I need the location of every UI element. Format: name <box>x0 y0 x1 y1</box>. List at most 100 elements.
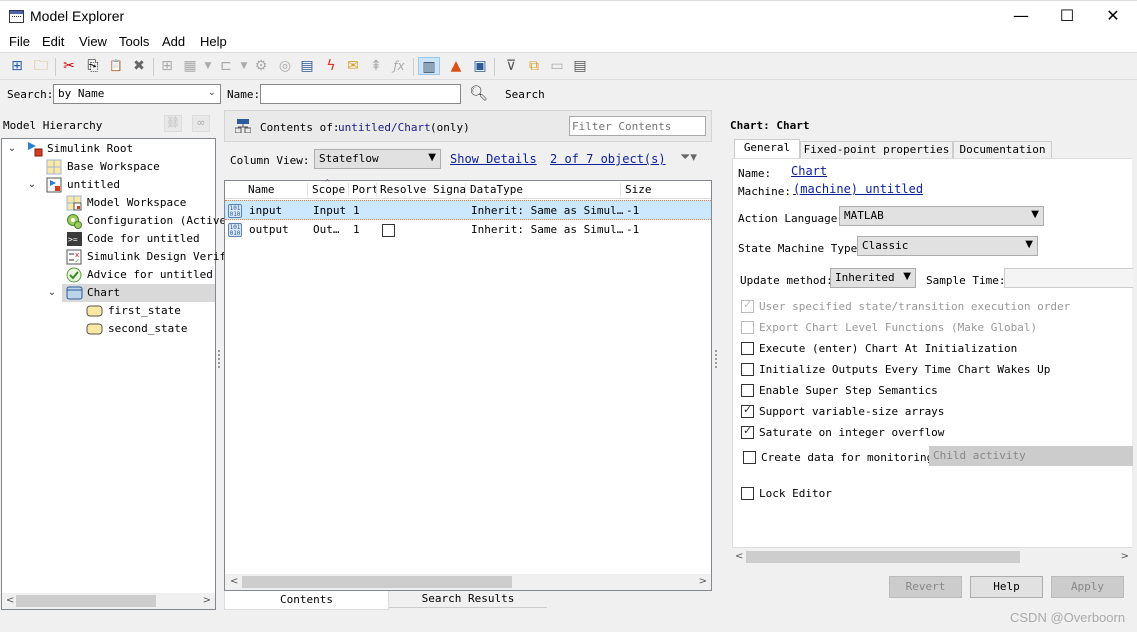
scroll-right-icon[interactable]: > <box>1121 549 1129 565</box>
checkbox[interactable]: ✓ <box>741 403 754 418</box>
data-dropdown-icon[interactable]: ▦ <box>181 57 199 75</box>
hierarchy-horizontal-scrollbar[interactable]: < > <box>2 593 215 609</box>
checkbox[interactable] <box>743 451 756 464</box>
paste-icon[interactable]: 📋 <box>107 57 125 75</box>
column-view-dropdown[interactable]: Stateflow ▼ <box>314 149 441 169</box>
column-header-resolve-signal[interactable]: Resolve Signal <box>377 183 466 197</box>
table-row[interactable]: 101 010 input Input 1 Inherit: Same as Si… <box>225 200 711 220</box>
tab-search-results[interactable]: Search Results <box>389 591 547 608</box>
delete-icon[interactable]: ✖ <box>130 57 148 75</box>
open-folder-icon[interactable]: 🗀 <box>32 57 50 75</box>
bus-dropdown-icon[interactable]: ⊏ <box>217 57 235 75</box>
filter-icon[interactable]: ⏷▾ <box>680 150 697 165</box>
config-icon[interactable]: ⚙ <box>252 57 270 75</box>
column-header-size[interactable]: Size <box>622 183 711 197</box>
copy-icon[interactable]: ⎘ <box>84 57 102 75</box>
add-event-icon[interactable]: ϟ <box>322 57 340 75</box>
scrollbar-thumb[interactable] <box>746 551 1020 563</box>
tree-item-simulink-root[interactable]: ⌄ Simulink Root <box>2 140 215 158</box>
tree-item-second-state[interactable]: second_state <box>2 320 215 338</box>
chevron-down-icon[interactable]: ▼ <box>199 57 217 75</box>
checkbox[interactable] <box>741 342 754 355</box>
help-button[interactable]: Help <box>970 576 1043 598</box>
state-machine-type-dropdown[interactable]: Classic ▼ <box>857 236 1038 256</box>
column-header-name[interactable]: Name <box>245 183 308 197</box>
tree-item-advice[interactable]: Advice for untitled <box>2 266 215 284</box>
matlab-icon[interactable]: ▲ <box>447 57 465 75</box>
column-view-icon[interactable]: ▥ <box>418 57 440 75</box>
table-row[interactable]: 101 010 output Out… 1 Inherit: Same as Si… <box>225 220 711 240</box>
name-search-input[interactable] <box>260 84 461 104</box>
filter-contents-input[interactable] <box>569 116 706 136</box>
tree-item-design-verifier[interactable]: x ✓ Simulink Design Verifier <box>2 248 246 266</box>
menu-file[interactable]: File <box>9 34 30 49</box>
tree-item-first-state[interactable]: first_state <box>2 302 215 320</box>
tab-contents[interactable]: Contents <box>224 591 389 610</box>
monitoring-type-dropdown[interactable]: Child activity <box>929 446 1133 466</box>
add-message-icon[interactable]: ✉ <box>344 57 362 75</box>
chevron-down-icon[interactable]: ⌄ <box>46 284 58 302</box>
tab-general[interactable]: General <box>734 139 800 159</box>
sample-time-input[interactable] <box>1004 268 1133 288</box>
cut-icon[interactable]: ✂ <box>60 57 78 75</box>
right-splitter-handle[interactable] <box>715 350 718 368</box>
add-function-icon[interactable]: ⇞ <box>367 57 385 75</box>
action-language-dropdown[interactable]: MATLAB ▼ <box>839 206 1044 226</box>
tab-fixed-point-properties[interactable]: Fixed-point properties <box>800 141 953 159</box>
search-button[interactable]: Search <box>505 88 545 101</box>
checkbox[interactable] <box>741 384 754 397</box>
object-count-link[interactable]: 2 of 7 object(s) <box>550 152 666 166</box>
checkbox[interactable]: ✓ <box>741 424 754 439</box>
apply-button[interactable]: Apply <box>1051 576 1124 598</box>
tree-item-chart[interactable]: Chart <box>62 284 215 302</box>
menu-help[interactable]: Help <box>200 34 227 49</box>
maximize-button[interactable]: ☐ <box>1044 1 1090 33</box>
menu-add[interactable]: Add <box>162 34 185 49</box>
filter-icon[interactable]: ⊽ <box>502 57 520 75</box>
view-icon[interactable]: ▭ <box>548 57 566 75</box>
menu-edit[interactable]: Edit <box>42 34 64 49</box>
machine-link[interactable]: (machine) untitled <box>793 182 923 196</box>
properties-horizontal-scrollbar[interactable]: < > <box>732 549 1132 565</box>
left-splitter-handle[interactable] <box>218 350 221 368</box>
report-icon[interactable]: ▤ <box>571 57 589 75</box>
minimize-button[interactable]: — <box>998 1 1044 33</box>
scroll-left-icon[interactable]: < <box>6 593 14 609</box>
search-by-dropdown[interactable]: by Name ⌄ <box>53 84 221 104</box>
tree-item-model-workspace[interactable]: Model Workspace <box>2 194 215 212</box>
column-header-datatype[interactable]: DataType <box>467 183 621 197</box>
scroll-left-icon[interactable]: < <box>735 549 743 565</box>
tree-item-untitled[interactable]: ⌄ untitled <box>2 176 215 194</box>
tab-documentation[interactable]: Documentation <box>953 141 1052 159</box>
chevron-down-icon[interactable]: ▼ <box>235 57 253 75</box>
scrollbar-thumb[interactable] <box>242 576 512 588</box>
scroll-left-icon[interactable]: < <box>230 574 238 590</box>
close-button[interactable]: ✕ <box>1090 1 1136 33</box>
show-details-link[interactable]: Show Details <box>450 152 537 166</box>
add-model-icon[interactable]: ⊞ <box>8 57 26 75</box>
glasses-icon[interactable]: ∞ <box>192 115 210 132</box>
fx-icon[interactable]: ƒx <box>390 57 408 75</box>
checkbox[interactable] <box>741 487 754 500</box>
column-header-port[interactable]: Port <box>349 183 377 197</box>
scrollbar-thumb[interactable] <box>16 595 156 607</box>
search-icon[interactable]: 🔍︎ <box>469 84 488 102</box>
chevron-down-icon[interactable]: ⌄ <box>6 140 18 158</box>
revert-button[interactable]: Revert <box>889 576 962 598</box>
resolve-signal-checkbox[interactable] <box>382 224 395 237</box>
update-method-dropdown[interactable]: Inherited ▼ <box>830 268 916 288</box>
contents-horizontal-scrollbar[interactable]: < > <box>225 574 711 590</box>
tree-item-code[interactable]: >= Code for untitled <box>2 230 215 248</box>
scroll-right-icon[interactable]: > <box>699 574 707 590</box>
dashboard-icon[interactable]: ▣ <box>471 57 489 75</box>
checkbox[interactable] <box>741 321 754 334</box>
settings-icon[interactable]: ◎ <box>276 57 294 75</box>
link-icon[interactable]: ⛓ <box>164 115 182 132</box>
grid-icon[interactable]: ⊞ <box>158 57 176 75</box>
contents-path[interactable]: untitled/Chart <box>338 121 431 134</box>
checkbox[interactable]: ✓ <box>741 298 754 313</box>
checkbox[interactable] <box>741 363 754 376</box>
tree-item-base-workspace[interactable]: Base Workspace <box>2 158 215 176</box>
scroll-right-icon[interactable]: > <box>203 593 211 609</box>
add-data-icon[interactable]: ▤ <box>298 57 316 75</box>
